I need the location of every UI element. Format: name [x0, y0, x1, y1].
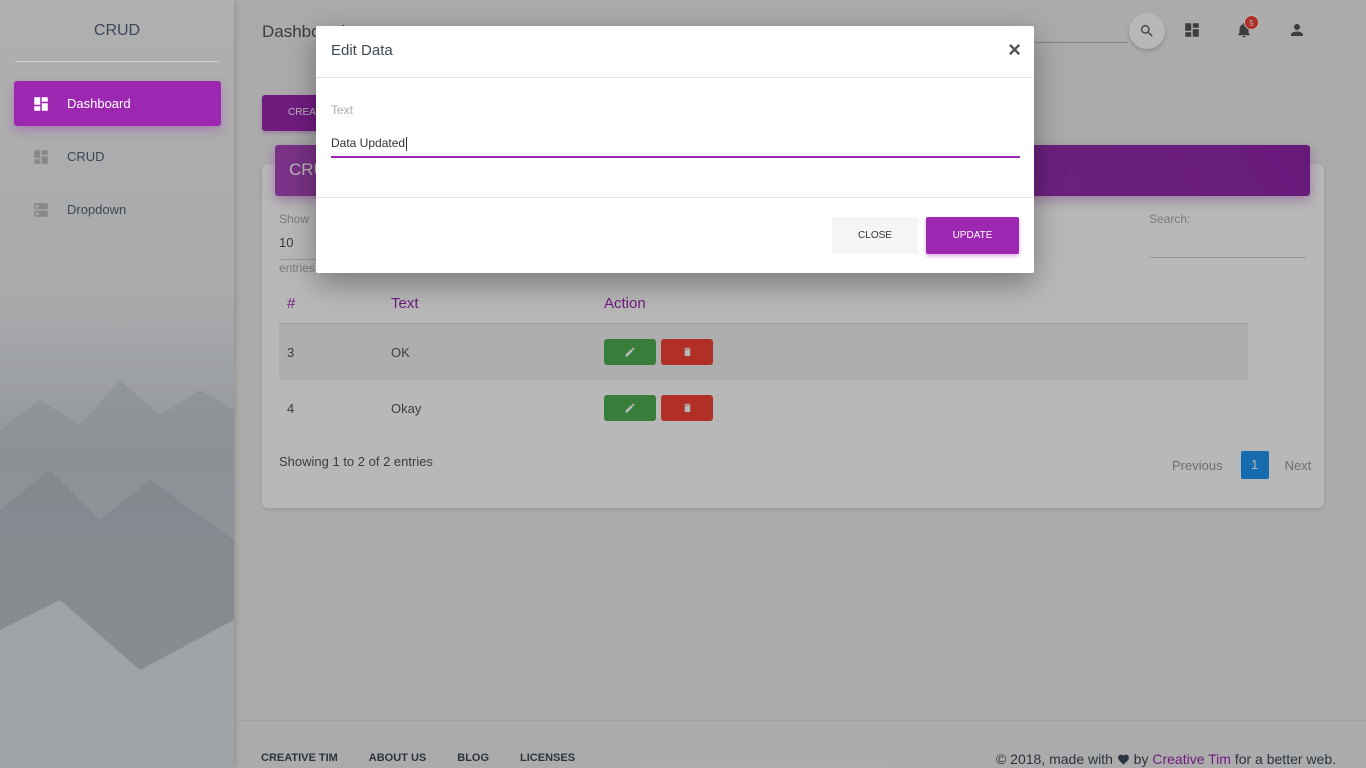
sidebar-item-label: CRUD	[67, 149, 105, 164]
edit-data-modal: Edit Data × Text Data Updated CLOSE UPDA…	[316, 26, 1034, 273]
sidebar-item-label: Dashboard	[67, 96, 131, 111]
text-field-input[interactable]: Data Updated	[331, 128, 1020, 158]
modal-title: Edit Data	[331, 42, 393, 59]
sidebar-item-dropdown[interactable]: Dropdown	[14, 187, 221, 232]
app-logo[interactable]: CRUD	[15, 0, 219, 62]
modal-body: Text Data Updated	[316, 78, 1034, 198]
close-button[interactable]: CLOSE	[832, 217, 918, 254]
dns-icon	[32, 201, 50, 219]
sidebar-item-label: Dropdown	[67, 202, 127, 217]
modal-footer: CLOSE UPDATE	[316, 198, 1034, 273]
text-field-value: Data Updated	[331, 136, 406, 150]
text-field-label: Text	[331, 103, 354, 117]
close-icon[interactable]: ×	[1008, 39, 1021, 61]
update-button[interactable]: UPDATE	[926, 217, 1019, 254]
sidebar-item-crud[interactable]: CRUD	[14, 134, 221, 179]
dashboard-icon	[32, 148, 50, 166]
text-cursor	[406, 136, 408, 151]
modal-header: Edit Data ×	[316, 26, 1034, 78]
dashboard-icon	[32, 95, 50, 113]
sidebar-nav: Dashboard CRUD Dropdown	[0, 81, 234, 232]
sidebar-item-dashboard[interactable]: Dashboard	[14, 81, 221, 126]
